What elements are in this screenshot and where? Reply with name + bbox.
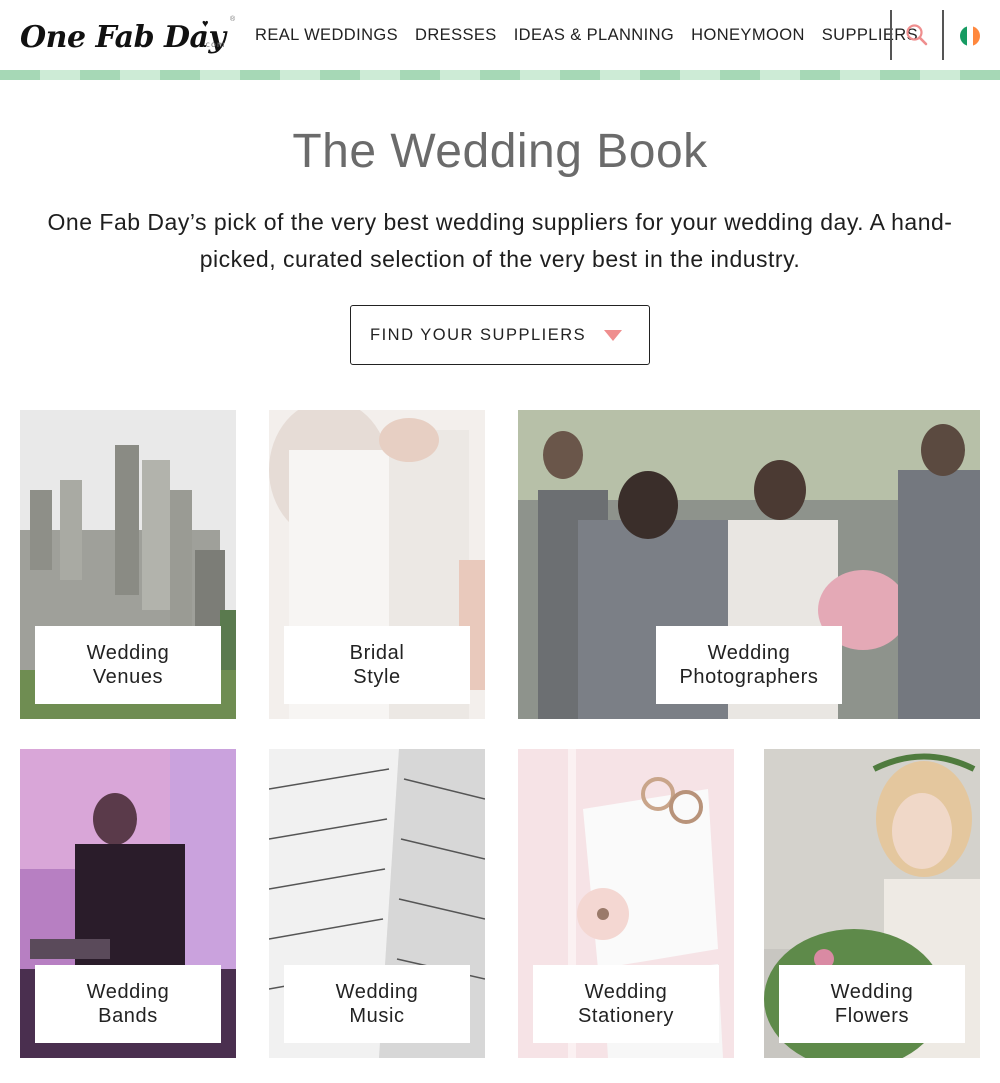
find-suppliers-label: FIND YOUR SUPPLIERS bbox=[370, 326, 587, 344]
find-suppliers-dropdown[interactable]: FIND YOUR SUPPLIERS bbox=[350, 305, 650, 365]
category-title: Wedding Flowers bbox=[830, 981, 914, 1027]
category-label: Wedding Stationery bbox=[533, 965, 719, 1043]
category-label: Wedding Flowers bbox=[779, 965, 965, 1043]
nav-divider bbox=[890, 10, 892, 60]
registered-mark: ® bbox=[230, 16, 236, 23]
caret-down-icon bbox=[604, 330, 622, 341]
nav-real-weddings[interactable]: REAL WEDDINGS bbox=[255, 26, 398, 45]
search-icon[interactable] bbox=[904, 22, 930, 48]
header-stripe bbox=[0, 70, 1000, 80]
site-header: One Fab Day ♥ .com ® REAL WEDDINGS DRESS… bbox=[0, 0, 1000, 70]
category-card-photographers[interactable]: Wedding Photographers bbox=[518, 410, 980, 719]
site-logo[interactable]: One Fab Day ♥ .com ® bbox=[20, 14, 235, 58]
category-card-stationery[interactable]: Wedding Stationery bbox=[518, 749, 734, 1058]
category-label: Wedding Music bbox=[284, 965, 470, 1043]
category-label: Wedding Venues bbox=[35, 626, 221, 704]
category-title: Wedding Photographers bbox=[679, 642, 819, 688]
category-card-music[interactable]: Wedding Music bbox=[269, 749, 485, 1058]
nav-ideas-planning[interactable]: IDEAS & PLANNING bbox=[514, 26, 674, 45]
category-label: Wedding Bands bbox=[35, 965, 221, 1043]
category-card-venues[interactable]: Wedding Venues bbox=[20, 410, 236, 719]
category-title: Wedding Music bbox=[335, 981, 419, 1027]
category-title: Wedding Stationery bbox=[577, 981, 675, 1027]
category-label: Bridal Style bbox=[284, 626, 470, 704]
category-card-flowers[interactable]: Wedding Flowers bbox=[764, 749, 980, 1058]
heart-icon: ♥ bbox=[202, 18, 209, 30]
intro-text: One Fab Day’s pick of the very best wedd… bbox=[47, 209, 953, 272]
nav-dresses[interactable]: DRESSES bbox=[415, 26, 497, 45]
main-nav: REAL WEDDINGS DRESSES IDEAS & PLANNING H… bbox=[255, 0, 918, 70]
category-card-bands[interactable]: Wedding Bands bbox=[20, 749, 236, 1058]
category-label: Wedding Photographers bbox=[656, 626, 842, 704]
page-title: The Wedding Book bbox=[292, 125, 708, 178]
logo-text: One Fab Day bbox=[20, 20, 226, 55]
category-title: Bridal Style bbox=[349, 642, 405, 688]
category-title: Wedding Bands bbox=[86, 981, 170, 1027]
category-card-bridal-style[interactable]: Bridal Style bbox=[269, 410, 485, 719]
nav-honeymoon[interactable]: HONEYMOON bbox=[691, 26, 805, 45]
nav-divider bbox=[942, 10, 944, 60]
logo-suffix: .com bbox=[202, 40, 226, 49]
category-title: Wedding Venues bbox=[86, 642, 170, 688]
ireland-flag-icon[interactable] bbox=[960, 26, 980, 46]
